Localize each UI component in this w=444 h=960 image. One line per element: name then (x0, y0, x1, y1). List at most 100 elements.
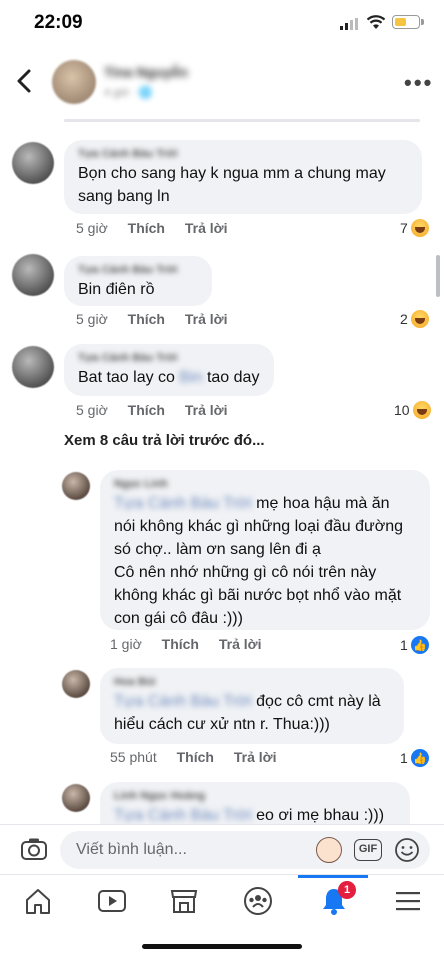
active-tab-indicator (298, 875, 368, 878)
reply-bubble[interactable]: Hoa Bùi Tựa Cánh Bàu Trời đọc cô cmt này… (100, 668, 404, 744)
bottom-tab-bar: 1 (0, 874, 444, 930)
like-button[interactable]: Thích (128, 402, 165, 418)
like-button[interactable]: Thích (128, 220, 165, 236)
reply-text-first: eo ơi mẹ bhau :))) (251, 807, 385, 824)
watch-icon[interactable] (96, 885, 128, 917)
reply-text-rest: nói không khác gì những loại đầu đường s… (114, 518, 404, 627)
reply-text-first: mẹ hoa hậu mà ăn (251, 495, 390, 512)
comment-text: Bat tao lay co Bin tao day (78, 366, 260, 389)
like-button[interactable]: Thích (128, 311, 165, 327)
back-button[interactable] (14, 68, 36, 94)
gif-button[interactable]: GIF (354, 839, 382, 861)
reply-text: Tựa Cánh Bàu Trời mẹ hoa hậu mà ăn nói k… (114, 492, 416, 630)
groups-icon[interactable] (242, 885, 274, 917)
reply-author[interactable]: Linh Ngọc Hoàng (114, 790, 396, 804)
comment-input[interactable]: Viết bình luận... GIF (60, 831, 430, 869)
poster-avatar[interactable] (52, 60, 96, 104)
comment-bubble[interactable]: Tựa Cánh Bàu Trời Bat tao lay co Bin tao… (64, 344, 274, 396)
post-header: Tina Nguyễn 4 giờ · 🌐 • • • (0, 50, 444, 120)
reaction-number: 1 (400, 637, 408, 653)
avatar-sticker-icon[interactable] (316, 837, 342, 863)
reply-time: 55 phút (110, 749, 157, 765)
comment-meta: 5 giờ Thích Trả lời (76, 402, 244, 418)
signal-icon (340, 18, 358, 30)
scrollbar[interactable] (436, 255, 440, 297)
comment-avatar[interactable] (12, 142, 54, 184)
reply-avatar[interactable] (62, 784, 90, 812)
reaction-count[interactable]: 2 (400, 310, 429, 328)
reply-time: 1 giờ (110, 636, 142, 652)
blurred-word: Bin (179, 369, 203, 386)
battery-icon (392, 15, 420, 29)
camera-icon[interactable] (20, 837, 48, 861)
comment-bubble[interactable]: Tựa Cánh Bàu Trời Bọn cho sang hay k ngu… (64, 140, 422, 214)
wifi-icon (366, 15, 386, 29)
comment-meta: 5 giờ Thích Trả lời (76, 311, 244, 327)
reaction-count[interactable]: 1 👍 (400, 749, 429, 767)
poster-name[interactable]: Tina Nguyễn (104, 64, 188, 80)
reaction-number: 7 (400, 220, 408, 236)
reaction-number: 10 (394, 402, 410, 418)
view-previous-replies-link[interactable]: Xem 8 câu trả lời trước đó... (64, 432, 265, 449)
header-divider (64, 119, 420, 122)
reaction-count[interactable]: 1 👍 (400, 636, 429, 654)
comment-composer: Viết bình luận... GIF (0, 824, 444, 874)
comment-avatar[interactable] (12, 346, 54, 388)
comment-meta: 5 giờ Thích Trả lời (76, 220, 244, 236)
post-time: 4 giờ · 🌐 (104, 87, 153, 99)
like-button[interactable]: Thích (177, 749, 214, 765)
reply-button[interactable]: Trả lời (185, 402, 228, 418)
reply-avatar[interactable] (62, 670, 90, 698)
comment-text-part: Bat tao lay co (78, 369, 180, 386)
reply-author[interactable]: Ngọc Linh (114, 478, 416, 492)
status-bar: 22:09 (0, 0, 444, 50)
mention-tag[interactable]: Tựa Cánh Bàu Trời (114, 807, 252, 824)
comment-avatar[interactable] (12, 254, 54, 296)
like-icon: 👍 (410, 636, 429, 654)
reply-bubble[interactable]: Ngọc Linh Tựa Cánh Bàu Trời mẹ hoa hậu m… (100, 470, 430, 630)
reply-button[interactable]: Trả lời (185, 220, 228, 236)
haha-icon (410, 219, 429, 237)
reply-author[interactable]: Hoa Bùi (114, 676, 390, 690)
home-icon[interactable] (22, 885, 54, 917)
reply-text-first: đọc cô cmt này là (251, 693, 381, 710)
comment-author[interactable]: Tựa Cánh Bàu Trời (78, 148, 408, 162)
reply-text: Tựa Cánh Bàu Trời đọc cô cmt này là hiểu… (114, 690, 390, 736)
reaction-number: 1 (400, 750, 408, 766)
reply-avatar[interactable] (62, 472, 90, 500)
comment-time: 5 giờ (76, 220, 108, 236)
comment-text: Bọn cho sang hay k ngua mm a chung may s… (78, 165, 386, 205)
emoji-icon[interactable] (394, 837, 420, 863)
notification-badge: 1 (338, 881, 356, 899)
comment-author[interactable]: Tựa Cánh Bàu Trời (78, 352, 260, 366)
reaction-number: 2 (400, 311, 408, 327)
reply-text-rest: hiểu cách cư xử ntn r. Thua:))) (114, 716, 330, 733)
like-button[interactable]: Thích (162, 636, 199, 652)
battery-tip (421, 19, 424, 25)
like-icon: 👍 (410, 749, 429, 767)
reply-button[interactable]: Trả lời (219, 636, 262, 652)
reply-meta: 55 phút Thích Trả lời (110, 749, 292, 765)
comment-author[interactable]: Tựa Cánh Bàu Trời (78, 264, 198, 278)
home-indicator (142, 944, 302, 949)
mention-tag[interactable]: Tựa Cánh Bàu Trời (114, 693, 252, 710)
comment-time: 5 giờ (76, 402, 108, 418)
haha-icon (412, 401, 431, 419)
comment-time: 5 giờ (76, 311, 108, 327)
comment-bubble[interactable]: Tựa Cánh Bàu Trời Bin điên rồ (64, 256, 212, 306)
menu-icon[interactable] (392, 885, 424, 917)
reply-button[interactable]: Trả lời (185, 311, 228, 327)
reply-meta: 1 giờ Thích Trả lời (110, 636, 278, 652)
reaction-count[interactable]: 7 (400, 219, 429, 237)
reaction-count[interactable]: 10 (394, 401, 431, 419)
mention-tag[interactable]: Tựa Cánh Bàu Trời (114, 495, 252, 512)
more-options-button[interactable]: • • • (404, 70, 431, 96)
status-time: 22:09 (34, 12, 83, 33)
comment-text: Bin điên rồ (78, 281, 155, 298)
haha-icon (410, 310, 429, 328)
marketplace-icon[interactable] (168, 885, 200, 917)
reply-button[interactable]: Trả lời (234, 749, 277, 765)
comment-input-placeholder[interactable]: Viết bình luận... (76, 841, 187, 859)
comment-text-part: tao day (202, 369, 260, 386)
battery-level (394, 17, 406, 26)
